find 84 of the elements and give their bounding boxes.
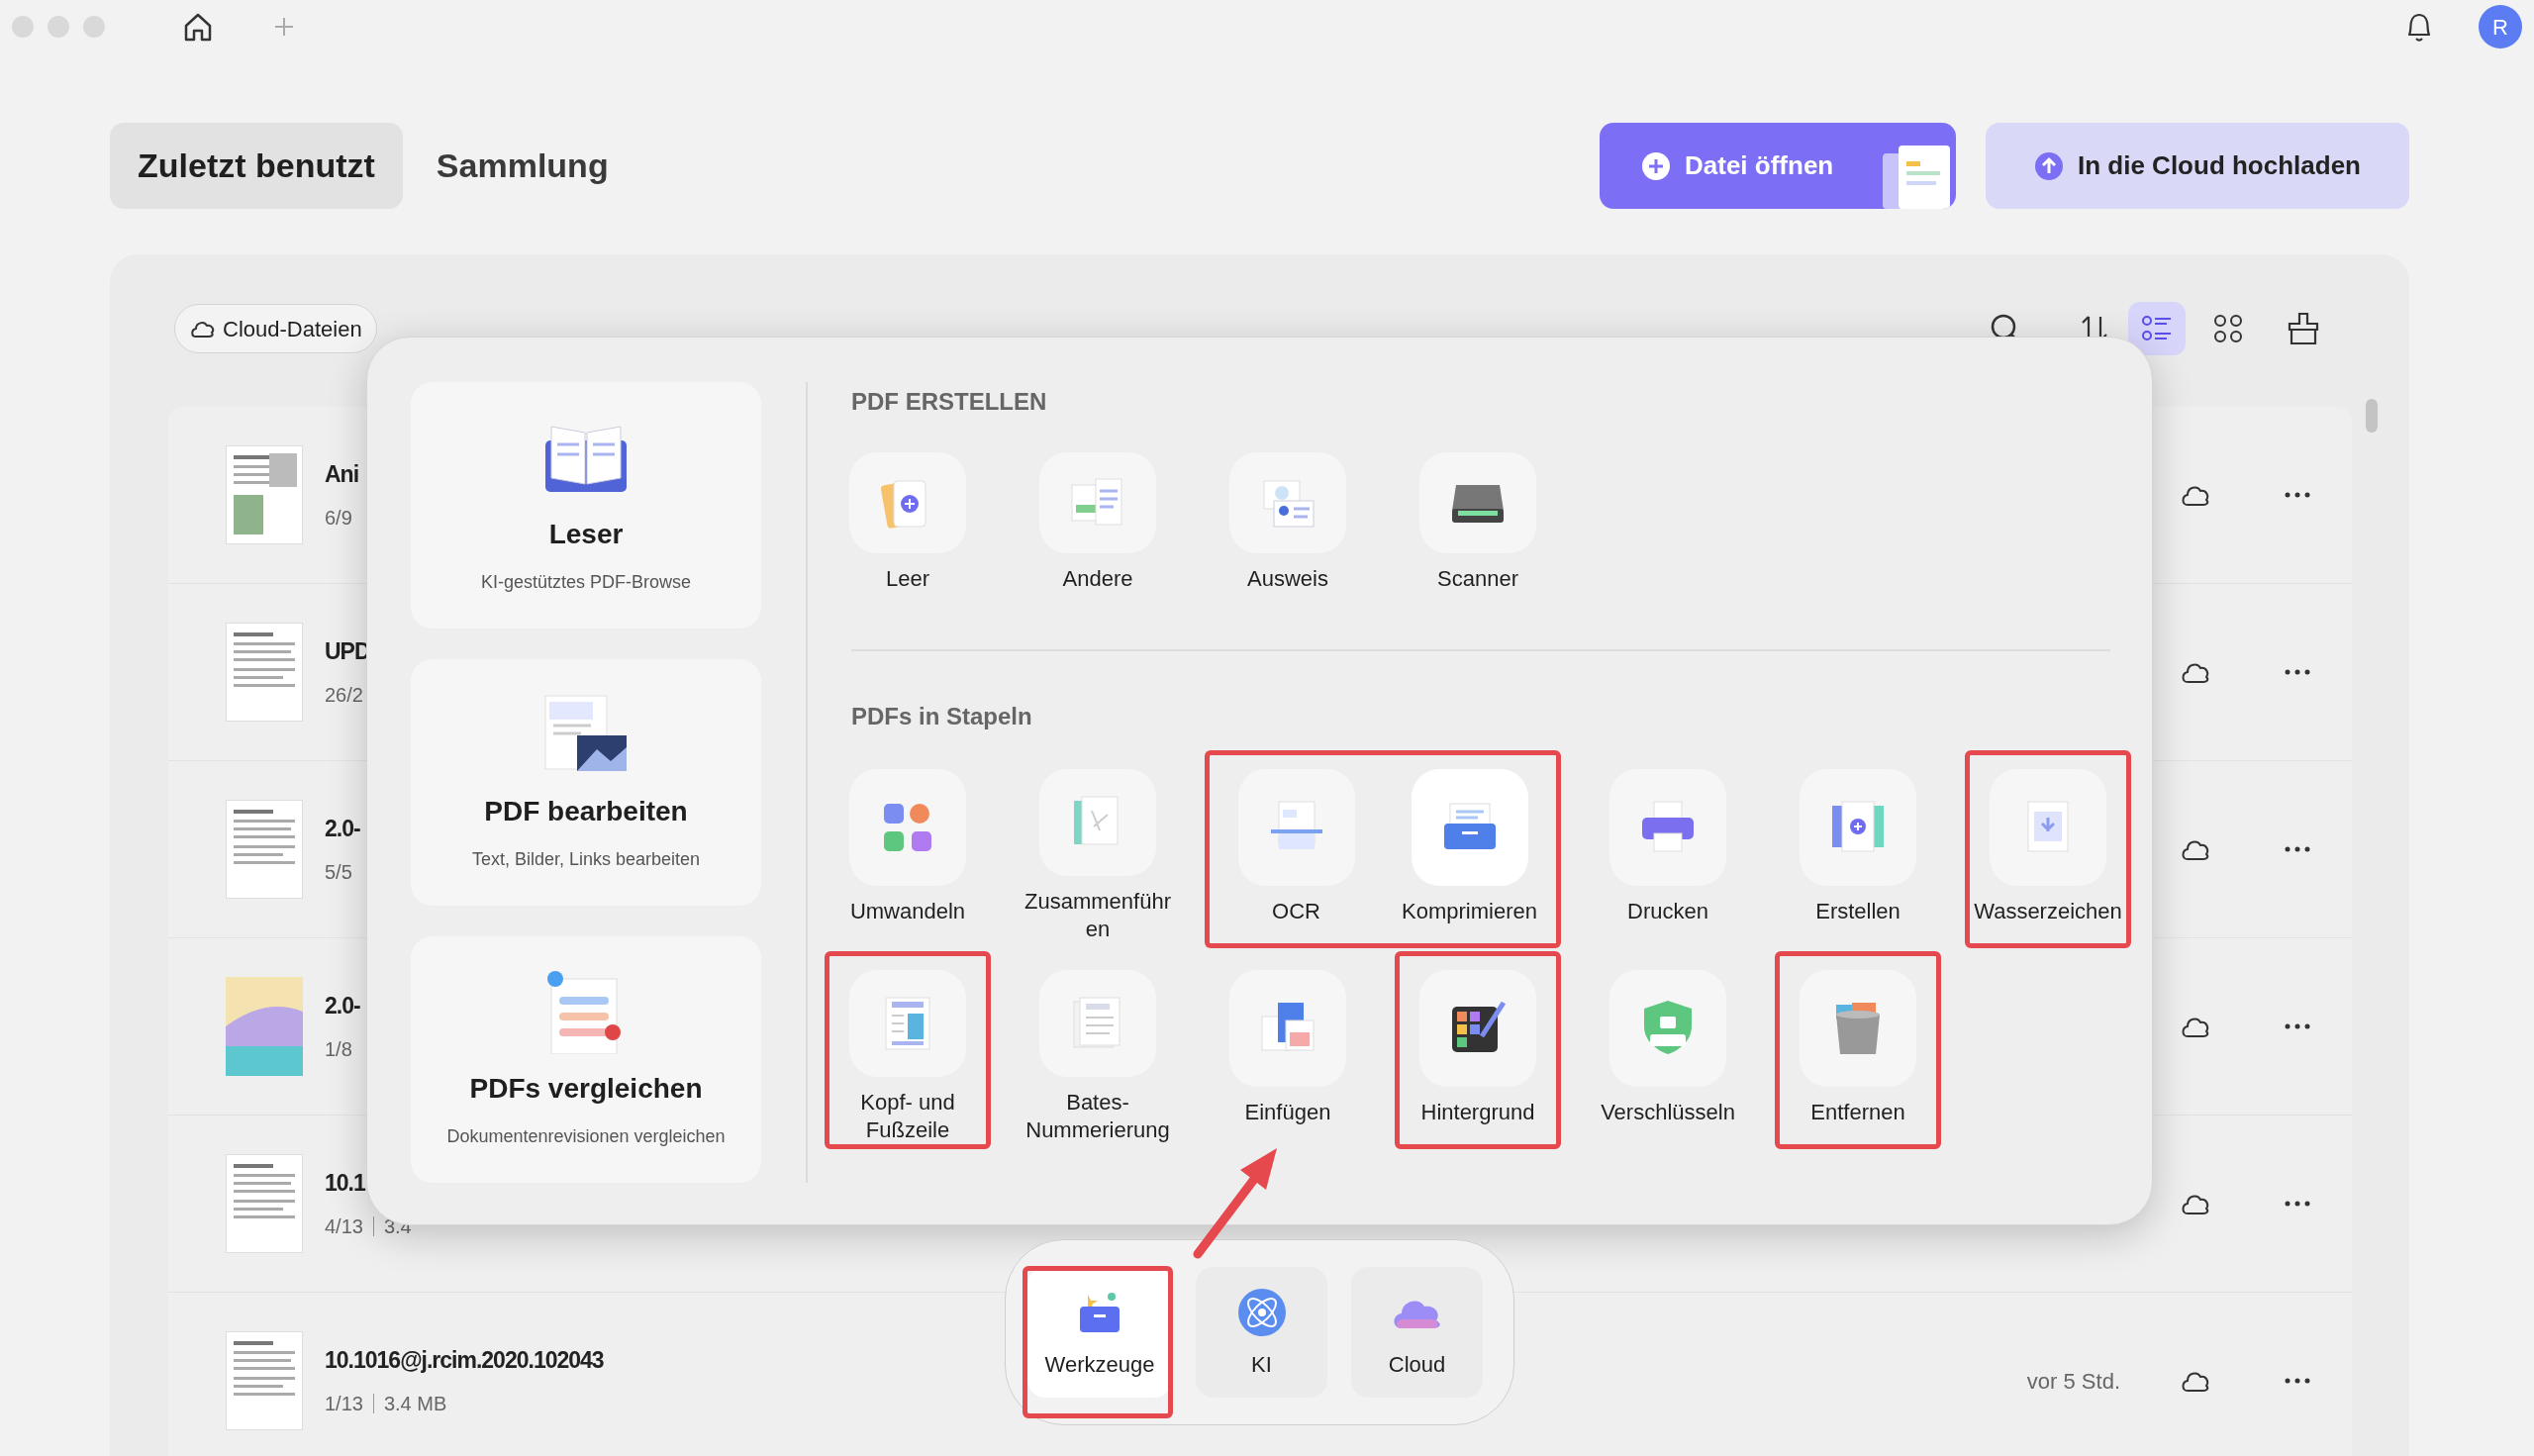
- tool-label[interactable]: Scanner: [1437, 565, 1518, 593]
- page-count: 26/2: [325, 683, 363, 709]
- file-size: 3.4 MB: [383, 1392, 447, 1417]
- file-name[interactable]: 10.1016@j.rcim.2020.102043: [325, 1342, 604, 1378]
- tab[interactable]: Zuletzt benutzt: [110, 123, 403, 209]
- tool-item[interactable]: Hintergrund: [1395, 951, 1561, 1149]
- document-thumbnail[interactable]: [226, 445, 303, 544]
- card-title: Leser: [548, 518, 624, 551]
- card-subtitle: KI-gestütztes PDF-Browse: [480, 571, 692, 594]
- open-file-button[interactable]: Datei öffnen: [1600, 123, 1956, 209]
- document-thumbnail[interactable]: [226, 1154, 303, 1253]
- tool-item[interactable]: Ausweis: [1205, 434, 1371, 598]
- scrollbar-thumb[interactable]: [2366, 399, 2378, 433]
- tool-label[interactable]: Bates-Nummerierung: [1023, 1089, 1172, 1144]
- file-name[interactable]: 2.0-: [325, 988, 360, 1023]
- tool-label[interactable]: Entfernen: [1810, 1099, 1905, 1126]
- tool-label[interactable]: Erstellen: [1815, 898, 1900, 925]
- tool-label[interactable]: Verschlüsseln: [1601, 1099, 1735, 1126]
- tool-item[interactable]: Einfügen: [1205, 951, 1371, 1149]
- user-avatar[interactable]: R: [2479, 5, 2522, 49]
- more-icon[interactable]: [2283, 490, 2312, 500]
- dock-tab[interactable]: Cloud: [1351, 1267, 1483, 1398]
- document-thumbnail[interactable]: [226, 977, 303, 1076]
- tool-item[interactable]: Erstellen: [1775, 750, 1941, 948]
- more-icon[interactable]: [2283, 1199, 2312, 1209]
- section-heading: PDF ERSTELLEN: [851, 387, 1048, 417]
- page-count: 4/13: [325, 1214, 363, 1240]
- tool-item[interactable]: Scanner: [1395, 434, 1561, 598]
- tool-item[interactable]: Zusammenführen: [1015, 750, 1181, 948]
- more-icon[interactable]: [2283, 1021, 2312, 1031]
- cloud-files-button[interactable]: Cloud-Dateien: [174, 304, 377, 353]
- tool-item[interactable]: Kopf- und Fußzeile: [825, 951, 991, 1149]
- list-view-button[interactable]: [2128, 302, 2186, 355]
- tool-card[interactable]: PDF bearbeiten Text, Bilder, Links bearbeiten: [411, 659, 761, 906]
- page-count: 1/13: [325, 1392, 363, 1417]
- tool-label[interactable]: Einfügen: [1244, 1099, 1331, 1126]
- more-icon[interactable]: [2283, 667, 2312, 677]
- section-heading: PDFs in Stapeln: [851, 702, 1033, 731]
- card-title: PDFs vergleichen: [469, 1072, 703, 1106]
- tool-item[interactable]: Verschlüsseln: [1585, 951, 1751, 1149]
- tool-label[interactable]: OCR: [1272, 898, 1320, 925]
- page-count: 6/9: [325, 506, 352, 532]
- card-title: PDF bearbeiten: [484, 795, 688, 828]
- tool-label[interactable]: Komprimieren: [1402, 898, 1537, 925]
- page-count: 5/5: [325, 860, 352, 886]
- grid-icon: [2211, 312, 2245, 345]
- tool-item[interactable]: OCR: [1205, 750, 1383, 948]
- file-name[interactable]: Ani: [325, 456, 359, 492]
- document-thumbnail[interactable]: [226, 1331, 303, 1430]
- card-subtitle: Text, Bilder, Links bearbeiten: [471, 848, 701, 871]
- plus-circle-icon: [1641, 150, 1671, 181]
- tool-item[interactable]: Drucken: [1585, 750, 1751, 948]
- more-icon[interactable]: [2283, 1376, 2312, 1386]
- tool-label[interactable]: Hintergrund: [1420, 1099, 1535, 1126]
- tool-item[interactable]: Bates-Nummerierung: [1015, 951, 1181, 1149]
- upload-cloud-button[interactable]: In die Cloud hochladen: [1986, 123, 2409, 209]
- page-count: 1/8: [325, 1037, 352, 1063]
- dock-tab[interactable]: KI: [1196, 1267, 1327, 1398]
- tool-item[interactable]: Leer: [825, 434, 991, 598]
- card-subtitle: Dokumentenrevisionen vergleichen: [446, 1125, 726, 1148]
- tool-label[interactable]: Kopf- und Fußzeile: [833, 1089, 982, 1144]
- tool-label[interactable]: Andere: [1062, 565, 1133, 593]
- tool-label[interactable]: Ausweis: [1247, 565, 1328, 593]
- tool-label[interactable]: Wasserzeichen: [1974, 898, 2122, 925]
- modified-time: vor 5 Std.: [2026, 1367, 2120, 1396]
- tool-item[interactable]: Komprimieren: [1383, 750, 1561, 948]
- tool-button[interactable]: [1419, 452, 1536, 553]
- document-thumbnail[interactable]: [226, 800, 303, 899]
- tool-item[interactable]: Umwandeln: [825, 750, 991, 948]
- tool-label[interactable]: Leer: [885, 565, 929, 593]
- tool-label[interactable]: Zusammenführen: [1023, 888, 1172, 943]
- tool-item[interactable]: Andere: [1015, 434, 1181, 598]
- tool-item[interactable]: Wasserzeichen: [1965, 750, 2131, 948]
- file-name[interactable]: 2.0-: [325, 811, 360, 846]
- tab[interactable]: Sammlung: [408, 123, 636, 209]
- document-thumbnail[interactable]: [226, 623, 303, 722]
- tool-item[interactable]: Entfernen: [1775, 951, 1941, 1149]
- more-icon[interactable]: [2283, 844, 2312, 854]
- tool-label[interactable]: Drucken: [1627, 898, 1708, 925]
- upload-icon: [2034, 150, 2064, 181]
- tool-label[interactable]: Umwandeln: [849, 898, 966, 925]
- tool-card[interactable]: PDFs vergleichen Dokumentenrevisionen vergleichen: [411, 936, 761, 1183]
- tool-button[interactable]: [1419, 970, 1536, 1087]
- tool-card[interactable]: Leser KI-gestütztes PDF-Browse: [411, 382, 761, 629]
